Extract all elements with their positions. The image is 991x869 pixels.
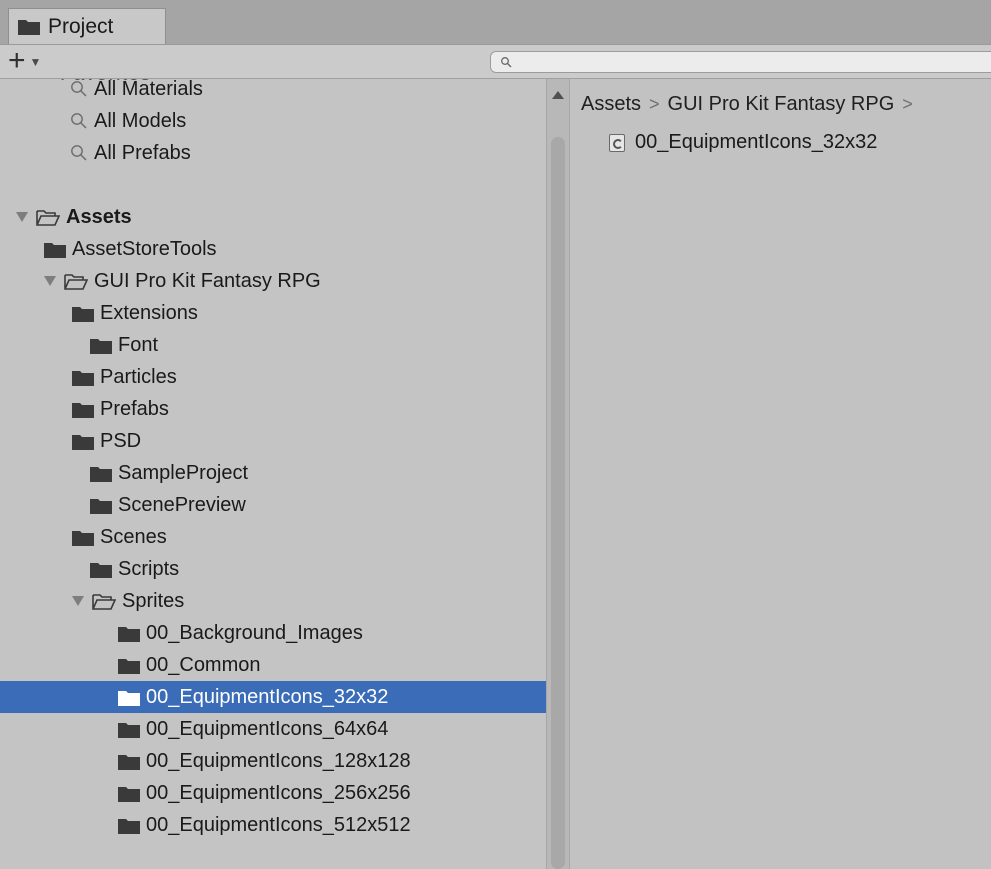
tree-item[interactable]: AssetStoreTools [0,233,548,265]
folder-icon [118,626,140,642]
tree-item-label: Scenes [100,525,167,548]
tree-item-label: 00_EquipmentIcons_32x32 [146,685,389,708]
folder-icon [90,466,112,482]
search-icon [71,145,87,161]
folder-icon [72,370,94,386]
tree-item-label: Prefabs [100,397,169,420]
plus-icon: + [8,44,26,77]
search-icon [501,57,512,68]
folder-icon [18,20,40,35]
tree-item-label: Particles [100,365,177,388]
tree-item[interactable]: 00_Background_Images [0,617,548,649]
asset-browser: Assets > GUI Pro Kit Fantasy RPG > 00_Equip… [571,79,991,869]
folder-icon [72,306,94,322]
tab-project[interactable]: Project [8,8,166,44]
search-icon [71,113,87,129]
tree-item[interactable]: PSD [0,425,548,457]
expanded-arrow-icon[interactable] [44,276,56,286]
window-tab-strip: Project [0,0,991,45]
tree-item[interactable]: GUI Pro Kit Fantasy RPG [0,265,548,297]
tree-item-label: ScenePreview [118,493,246,516]
tree-item[interactable]: Scenes [0,521,548,553]
tree-item[interactable]: 00_Common [0,649,548,681]
expanded-arrow-icon[interactable] [16,212,28,222]
folder-icon [118,786,140,802]
folder-icon [118,818,140,834]
tree-item-label: 00_EquipmentIcons_128x128 [146,749,411,772]
tree-item[interactable]: 00_EquipmentIcons_64x64 [0,713,548,745]
tree-item-label: 00_EquipmentIcons_512x512 [146,813,411,836]
favorites-item[interactable]: All Materials [0,79,548,105]
breadcrumb-separator-icon: > [902,94,913,114]
scroll-up-icon[interactable] [552,91,564,99]
search-input[interactable] [490,51,991,73]
folder-icon [90,562,112,578]
tree-item-label: PSD [100,429,142,452]
tree-item[interactable]: 00_EquipmentIcons_512x512 [0,809,548,841]
tree-item[interactable]: Particles [0,361,548,393]
tree-item-label: Scripts [118,557,180,580]
folder-icon [118,754,140,770]
folder-icon [72,530,94,546]
tree-item-label: 00_Background_Images [146,621,363,644]
tree-item-label: AssetStoreTools [72,237,217,260]
chevron-down-icon: ▼ [29,55,42,69]
folder-icon [72,434,94,450]
folder-icon [118,690,140,706]
favorites-item-label: All Prefabs [94,141,191,164]
folder-open-icon [36,209,60,226]
favorites-item-label: All Materials [94,79,203,100]
project-tree[interactable]: FavoritesAll MaterialsAll ModelsAll Pref… [0,79,548,869]
folder-icon [44,242,66,258]
tree-item[interactable]: Scripts [0,553,548,585]
asset-item-label: 00_EquipmentIcons_32x32 [635,131,878,153]
favorites-item-label: All Models [94,109,187,132]
favorites-item[interactable]: All Prefabs [0,137,548,169]
tree-item[interactable]: 00_EquipmentIcons_256x256 [0,777,548,809]
tree-root-label: Assets [66,205,132,228]
tree-item-label: GUI Pro Kit Fantasy RPG [94,269,321,292]
tree-scrollbar[interactable] [546,79,570,869]
tree-item-label: SampleProject [118,461,249,484]
folder-icon [90,498,112,514]
tree-item[interactable]: 00_EquipmentIcons_128x128 [0,745,548,777]
asset-item[interactable]: 00_EquipmentIcons_32x32 [609,131,877,154]
expanded-arrow-icon[interactable] [72,596,84,606]
folder-icon [118,658,140,674]
tree-item-label: Extensions [100,301,198,324]
folder-open-icon [64,273,88,290]
scroll-thumb[interactable] [551,137,565,869]
tree-item[interactable]: ScenePreview [0,489,548,521]
tree-item-label: Sprites [122,589,185,612]
folder-open-icon [92,593,116,610]
project-toolbar: + ▼ [0,45,991,79]
folder-icon [118,722,140,738]
tree-item-label: Font [118,333,159,356]
breadcrumb: Assets > GUI Pro Kit Fantasy RPG > [581,93,921,116]
folder-icon [90,338,112,354]
tree-item[interactable]: Sprites [0,585,548,617]
breadcrumb-item-assets[interactable]: Assets [581,93,641,115]
tree-item[interactable]: SampleProject [0,457,548,489]
breadcrumb-separator-icon: > [649,94,660,114]
tree-item-label: 00_Common [146,653,261,676]
tree-root-assets[interactable]: Assets [0,201,548,233]
tree-item-selected[interactable]: 00_EquipmentIcons_32x32 [0,681,548,713]
create-button[interactable]: + ▼ [4,44,64,77]
tree-item[interactable]: Prefabs [0,393,548,425]
folder-icon [72,402,94,418]
breadcrumb-item-gui-pro-kit[interactable]: GUI Pro Kit Fantasy RPG [668,93,895,115]
favorites-item[interactable]: All Models [0,105,548,137]
tree-item[interactable]: Font [0,329,548,361]
sprite-asset-icon [609,133,625,152]
tab-project-label: Project [48,14,114,38]
tree-item[interactable]: Extensions [0,297,548,329]
tree-item-label: 00_EquipmentIcons_256x256 [146,781,411,804]
search-icon [71,81,87,97]
tree-item-label: 00_EquipmentIcons_64x64 [146,717,389,740]
